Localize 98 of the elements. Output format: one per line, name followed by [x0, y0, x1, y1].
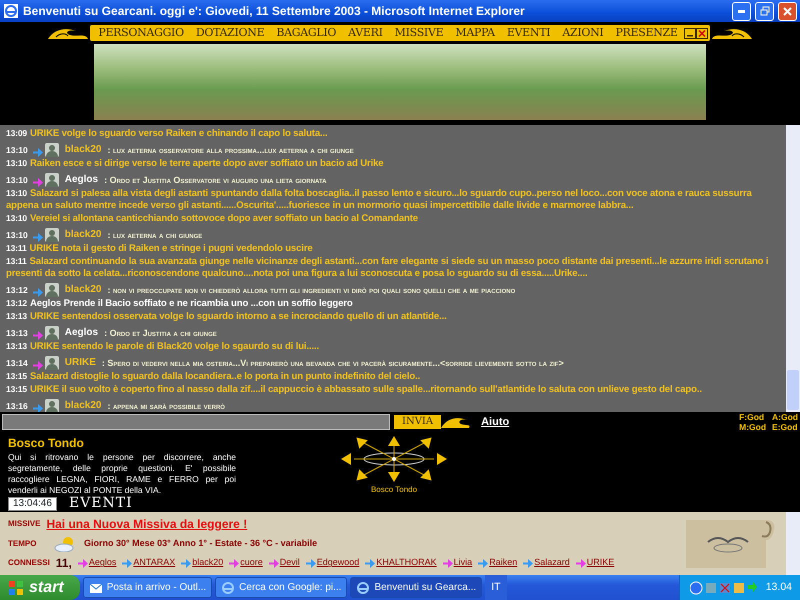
chat-message: 13:15 Salazard distoglie lo sguardo dalla locandiera..e lo porta in un punto indefinito del cielo..	[6, 370, 422, 383]
menu-link[interactable]: PERSONAGGIO	[92, 24, 190, 42]
speech-text: : Ordo et Justitia Osservatore vi auguro una lieta giornata	[104, 174, 326, 186]
speech-text: : non vi preoccupate non vi chiederò allora tutti gli ingredienti vi dirò poi quali sono quelli che a me piacciono	[107, 284, 516, 296]
message-time: 13:16	[6, 400, 28, 412]
speech-text: : lux aeterna a chi giunge	[107, 228, 202, 242]
message-time: 13:10	[6, 144, 28, 157]
message-time: 13:12	[6, 284, 28, 297]
restore-icon	[760, 6, 770, 16]
events-title: EVENTI	[68, 494, 133, 513]
browser-icon	[356, 580, 370, 594]
window-title: Benvenuti su Gearcani. oggi e': Giovedi, 11 Settembre 2003 - Microsoft Internet Explorer	[23, 3, 526, 20]
user-link[interactable]: Salazard	[523, 556, 570, 570]
taskbar-button[interactable]: Posta in arrivo - Outl...	[82, 577, 212, 598]
missive-label: MISSIVE	[8, 518, 40, 530]
speech-text: : Spero di vedervi nella mia osteria...Vi preparerò una bevanda che vi pacerà sicuramente...<sorride lievemente sotto la zif>	[102, 356, 564, 370]
chat-message: 13:09 URIKE volge lo sguardo verso Raiken e chinando il capo lo saluta...	[6, 127, 329, 140]
chat-message: 13:13 URIKE sentendo le parole di Black20 volge lo sgaurdo su di lui.....	[6, 340, 320, 353]
map-label: Bosco Tondo	[370, 484, 418, 496]
avatar-icon	[44, 143, 59, 157]
avatar-icon	[44, 356, 59, 370]
menu-link[interactable]: EVENTI	[500, 24, 556, 42]
chat-message: 13:12 Aeglos Prende il Bacio soffiato e ne ricambia uno ...con un soffio leggero	[6, 297, 354, 310]
speaker-name[interactable]: Aeglos	[64, 172, 98, 187]
chat-message: 13:11 Salazard continuando la sua avanzata giunge nelle vicinanze degli astanti...con fare elegante si siede su un masso poco distante dai presenti...le azzurre iridi scrutano i presenti da sotto la celata...riconoscendone qualcuno....nota poi una figura a lui sconoscuta e posa lo sguardo su di essa.....Urike....	[6, 255, 770, 280]
menu-link[interactable]: MAPPA	[449, 24, 501, 42]
minimize-icon	[738, 10, 745, 12]
chat-message: 13:10 Salazard si palesa alla vista degli astanti spuntando dalla folta boscaglia..il passo lento e sicuro...lo sguardo cupo..perso nel loco...con voce atona e rauca sussurra appena un saluto mentre incede verso gli astanti......Oscurita'.....fuoriesce in un mormorio quasi impercettibile dalle livide e marmoree labbra...	[6, 187, 753, 212]
taskbar-button[interactable]: Benvenuti su Gearca...	[350, 577, 482, 598]
menu-link[interactable]: BAGAGLIO	[270, 24, 342, 42]
stat-value: A:God	[772, 412, 798, 422]
avatar-icon	[44, 173, 59, 187]
chat-message: 13:10 Vereiel si allontana canticchiando sottovoce dopo aver soffiato un bacio al Comandante	[6, 212, 419, 225]
user-link[interactable]: cuore	[229, 556, 263, 570]
speech-text: : appena mi sarà possibile verrò	[107, 400, 225, 412]
tray-clock: 13.04	[766, 580, 792, 595]
user-link[interactable]: KHALTHORAK	[365, 556, 437, 570]
speaker-name[interactable]: URIKE	[64, 355, 96, 370]
envelope-icon	[88, 580, 103, 594]
user-link[interactable]: Devil	[268, 556, 300, 570]
speaker-name[interactable]: black20	[64, 227, 102, 242]
stat-value: M:God	[739, 422, 766, 432]
speaker-name[interactable]: black20	[64, 282, 102, 297]
menu-link[interactable]: AVERI	[342, 24, 389, 42]
browser-icon	[3, 3, 19, 19]
minimize-button[interactable]	[732, 2, 751, 20]
chat-message: 13:10 Raiken esce e si dirige verso le terre aperte dopo aver soffiato un bacio ad Urike	[6, 157, 384, 170]
minimize-icon[interactable]	[684, 28, 696, 38]
clock-display: 13:04:46	[8, 496, 57, 510]
menu-link[interactable]: PRESENZE	[609, 24, 684, 42]
location-title: Bosco Tondo	[8, 435, 85, 452]
user-link[interactable]: URIKE	[576, 556, 614, 570]
weather-text: Giorno 30° Mese 03° Anno 1° - Estate - 36 °C - variabile	[84, 536, 318, 550]
message-input[interactable]	[2, 414, 390, 430]
menu-link[interactable]: AZIONI	[556, 24, 610, 42]
taskbar-button[interactable]: Cerca con Google: pi...	[215, 577, 348, 598]
menu-link[interactable]: DOTAZIONE	[190, 24, 270, 42]
start-button[interactable]: start	[0, 575, 80, 600]
online-label: CONNESSI	[8, 557, 50, 569]
user-link[interactable]: Raiken	[478, 556, 518, 570]
scrollbar[interactable]	[786, 512, 800, 575]
language-indicator[interactable]: IT	[485, 575, 507, 600]
user-link[interactable]: Edgewood	[306, 556, 360, 570]
avatar-icon	[44, 326, 59, 340]
close-button[interactable]	[778, 2, 797, 20]
message-time: 13:14	[6, 357, 28, 370]
chat-message: 13:13 URIKE sentendosi osservata volge lo sguardo intorno a se incrociando quello di un atlantide...	[6, 310, 448, 323]
avatar-icon	[44, 399, 59, 412]
speaker-name[interactable]: black20	[64, 398, 102, 412]
scrollbar[interactable]	[786, 125, 800, 412]
user-link[interactable]: Aeglos	[78, 556, 116, 570]
user-link[interactable]: ANTARAX	[122, 556, 176, 570]
chat-message: 13:11 URIKE nota il gesto di Raiken e stringe i pugni vedendolo uscire	[6, 242, 314, 255]
speaker-name[interactable]: Aeglos	[64, 325, 98, 340]
stat-value: F:God	[739, 412, 766, 422]
user-link[interactable]: black20	[181, 556, 224, 570]
message-time: 13:13	[6, 327, 28, 340]
speaker-name[interactable]: black20	[64, 142, 102, 157]
tray-icons-drawing	[690, 580, 760, 594]
browser-icon	[221, 580, 236, 594]
close-icon	[783, 6, 792, 16]
restore-button[interactable]	[755, 2, 774, 20]
avatar-icon	[44, 283, 59, 297]
chat-message: 13:15 URIKE il suo volto è coperto fino al nasso dalla zif....il cappuccio è abbassato sulle spalle...ritornando sull'atlantide lo saluta con unlieve gesto del capo..	[6, 383, 703, 396]
message-time: 13:10	[6, 229, 28, 242]
message-time: 13:10	[6, 174, 28, 187]
speech-text: : Ordo et Justitia a chi giunge	[104, 326, 217, 340]
user-link[interactable]: Livia	[442, 556, 472, 570]
weather-label: TEMPO	[8, 538, 38, 550]
close-icon[interactable]	[696, 28, 708, 38]
location-description: Qui si ritrovano le persone per discorrere, anche segretamente, delle proprie questioni. E' possibile raccogliere LEGNA, FIORI, RAME e FERRO per poi venderli ai NEGOZI al PONTE della VIA.	[8, 452, 236, 496]
menu-link[interactable]: MISSIVE	[388, 24, 450, 42]
avatar-icon	[44, 228, 59, 242]
windows-logo-icon	[8, 580, 24, 596]
speech-text: : lux aeterna osservatore alla prossima...lux aeterna a chi giunge	[107, 144, 354, 156]
help-link[interactable]: Aiuto	[481, 414, 510, 430]
online-count: 11,	[56, 555, 72, 572]
stat-value: E:God	[772, 422, 798, 432]
